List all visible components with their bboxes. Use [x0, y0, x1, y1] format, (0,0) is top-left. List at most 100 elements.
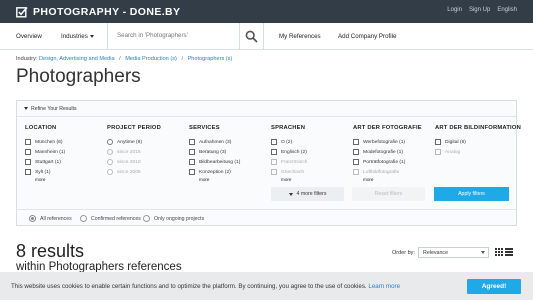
reference-option-confirmed[interactable]: Confirmed references — [80, 215, 141, 222]
checkbox[interactable] — [25, 169, 31, 175]
chevron-down-icon — [24, 107, 28, 110]
nav-my-references[interactable]: My References — [279, 33, 321, 40]
refine-toggle[interactable]: Refine Your Results — [17, 101, 516, 117]
checkbox[interactable] — [353, 149, 359, 155]
language-link[interactable]: English — [497, 7, 517, 13]
order-by-value: Relevance — [423, 249, 449, 256]
page-title: Photographers — [16, 66, 141, 87]
results-count: 8 results — [16, 241, 85, 261]
reference-option-ongoing[interactable]: Only ongoing projects — [143, 215, 204, 222]
more-filters-button[interactable]: 4 more filters — [271, 187, 344, 201]
filter-option-label: Griechisch — [281, 169, 305, 175]
login-link[interactable]: Login — [447, 7, 462, 13]
learn-more-link[interactable]: Learn more — [368, 283, 400, 290]
filter-option-label: O (2) — [281, 139, 293, 145]
checkbox[interactable] — [189, 159, 195, 165]
radio[interactable] — [80, 215, 87, 222]
filter-option: Analog — [435, 147, 521, 157]
filter-option[interactable]: Digital (6) — [435, 137, 521, 147]
breadcrumb-item[interactable]: Photographers (s) — [188, 56, 233, 62]
breadcrumb-item[interactable]: Media Production (s) — [125, 56, 177, 62]
filter-option-label: Porträtfotografie (1) — [363, 159, 406, 165]
search-box — [107, 23, 240, 50]
filter-option[interactable]: Sylt (1) — [25, 167, 65, 177]
checkbox[interactable] — [189, 149, 195, 155]
filter-column-art-der-bildinformation: ART DER BILDINFORMATION Digital (6) Anal… — [435, 125, 521, 157]
apply-filters-button[interactable]: Apply filters — [434, 187, 509, 201]
radio[interactable] — [107, 139, 113, 145]
more-link[interactable]: more — [199, 177, 240, 184]
filter-column-sprachen: SPRACHEN O (2) Englisch (2) Französisch … — [271, 125, 307, 184]
more-link[interactable]: more — [363, 177, 422, 184]
filter-option: since 2005 — [107, 167, 161, 177]
filter-option[interactable]: Modefotografie (1) — [353, 147, 422, 157]
search-button[interactable] — [240, 23, 264, 50]
filter-option[interactable]: München (6) — [25, 137, 65, 147]
list-view-icon[interactable] — [505, 248, 513, 256]
filter-option[interactable]: Mannheim (1) — [25, 147, 65, 157]
cookie-banner: This website uses cookies to enable cert… — [0, 272, 533, 300]
filter-option-label: since 2015 — [117, 149, 141, 155]
filter-option[interactable]: Bildbearbeitung (1) — [189, 157, 240, 167]
filter-option-label: Sylt (1) — [35, 169, 51, 175]
more-link[interactable]: more — [35, 177, 65, 184]
filter-column-project-period: PROJECT PERIOD Anytime (8) since 2015 si… — [107, 125, 161, 177]
checkbox[interactable] — [435, 139, 441, 145]
filter-option-label: Modefotografie (1) — [363, 149, 403, 155]
order-by-label: Order by: — [392, 250, 415, 256]
filter-option[interactable]: Werbefotografie (1) — [353, 137, 422, 147]
chevron-down-icon — [481, 251, 485, 254]
filter-option[interactable]: O (2) — [271, 137, 307, 147]
refine-label: Refine Your Results — [31, 105, 77, 112]
reference-option-label: Confirmed references — [91, 215, 141, 222]
filter-panel: Refine Your Results LOCATION München (6)… — [16, 100, 521, 226]
filter-column-art-der-fotografie: ART DER FOTOGRAFIE Werbefotografie (1) M… — [353, 125, 422, 184]
filter-option-label: Konzeption (2) — [199, 169, 231, 175]
filter-option[interactable]: Aufnahmen (3) — [189, 137, 240, 147]
filter-option[interactable]: Englisch (2) — [271, 147, 307, 157]
checkbox[interactable] — [271, 139, 277, 145]
checkbox-icon — [16, 6, 28, 18]
nav-overview[interactable]: Overview — [16, 33, 42, 40]
checkbox[interactable] — [25, 139, 31, 145]
grid-view-icon[interactable] — [495, 248, 503, 256]
filter-option-label: Stuttgart (1) — [35, 159, 61, 165]
checkbox[interactable] — [25, 159, 31, 165]
nav-industries[interactable]: Industries — [61, 33, 94, 40]
radio-selected[interactable] — [29, 215, 36, 222]
checkbox[interactable] — [189, 139, 195, 145]
more-filters-label: 4 more filters — [296, 191, 327, 197]
checkbox[interactable] — [25, 149, 31, 155]
filter-title: SPRACHEN — [271, 125, 306, 131]
filter-option: Französisch — [271, 157, 307, 167]
top-bar: PHOTOGRAPHY - DONE.BY Login Sign Up Engl… — [0, 0, 533, 23]
accept-cookies-button[interactable]: Agreed! — [467, 279, 521, 294]
filter-option[interactable]: Konzeption (2) — [189, 167, 240, 177]
site-logo[interactable]: PHOTOGRAPHY - DONE.BY — [16, 5, 180, 19]
filter-option[interactable]: Anytime (8) — [107, 137, 161, 147]
cookie-text: This website uses cookies to enable cert… — [11, 283, 367, 290]
radio[interactable] — [143, 215, 150, 222]
chevron-down-icon — [89, 35, 94, 38]
filter-option[interactable]: Stuttgart (1) — [25, 157, 65, 167]
breadcrumb-item[interactable]: Design, Advertising and Media — [39, 56, 115, 62]
filter-option-label: Analog — [445, 149, 461, 155]
reference-option-all[interactable]: All references — [29, 215, 72, 222]
more-link[interactable]: more — [281, 177, 307, 184]
signup-link[interactable]: Sign Up — [469, 7, 490, 13]
filter-option[interactable]: Porträtfotografie (1) — [353, 157, 422, 167]
checkbox[interactable] — [189, 169, 195, 175]
search-input[interactable] — [117, 32, 232, 39]
reference-option-label: Only ongoing projects — [154, 215, 205, 222]
reset-filters-button[interactable]: Reset filters — [352, 187, 425, 201]
order-by-select[interactable]: Relevance — [418, 247, 489, 258]
filter-option-label: Digital (6) — [445, 139, 466, 145]
nav-add-company-profile[interactable]: Add Company Profile — [338, 33, 396, 40]
logo-text: PHOTOGRAPHY - DONE.BY — [33, 6, 181, 18]
nav-industries-label: Industries — [61, 33, 88, 40]
checkbox[interactable] — [271, 149, 277, 155]
checkbox[interactable] — [353, 159, 359, 165]
filter-option[interactable]: Beratung (3) — [189, 147, 240, 157]
checkbox[interactable] — [353, 139, 359, 145]
filter-title: ART DER BILDINFORMATION — [435, 125, 521, 131]
